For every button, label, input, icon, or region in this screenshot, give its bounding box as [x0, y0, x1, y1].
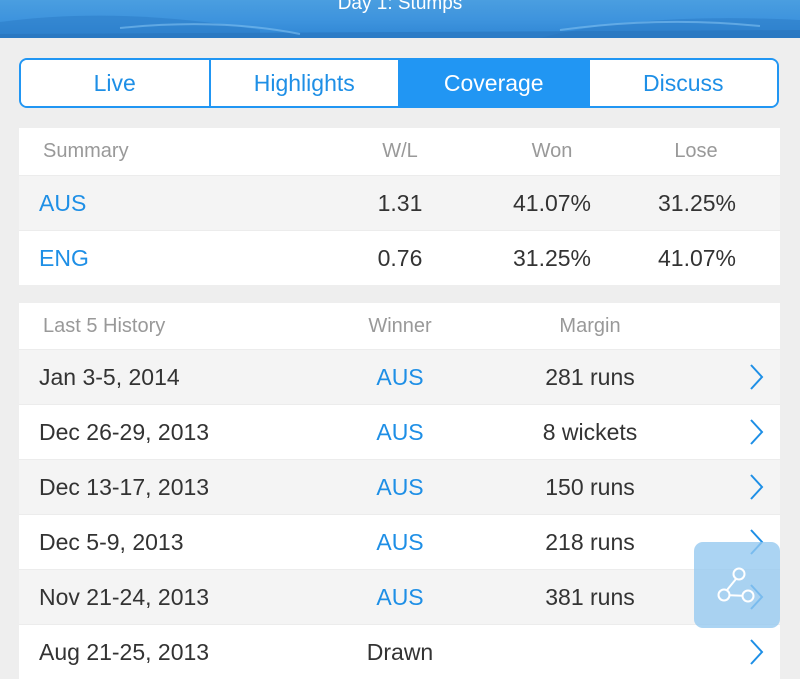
won-value: 41.07%: [512, 189, 592, 216]
chevron-right-icon[interactable]: [746, 405, 766, 459]
history-table: Last 5 History Winner Margin Jan 3-5, 20…: [19, 303, 780, 679]
history-row[interactable]: Dec 13-17, 2013 AUS 150 runs: [19, 460, 780, 515]
history-header-row: Last 5 History Winner Margin: [19, 303, 780, 350]
history-row[interactable]: Aug 21-25, 2013 Drawn: [19, 625, 780, 679]
winner-team[interactable]: AUS: [376, 570, 423, 624]
tab-live[interactable]: Live: [21, 60, 209, 106]
won-header: Won: [531, 140, 573, 162]
match-date: Jan 3-5, 2014: [39, 363, 180, 390]
summary-row-eng: ENG 0.76 31.25% 41.07%: [19, 231, 780, 285]
history-row[interactable]: Dec 5-9, 2013 AUS 218 runs: [19, 515, 780, 570]
wl-header: W/L: [382, 140, 418, 162]
share-button[interactable]: [694, 542, 780, 628]
summary-header-label: Summary: [43, 140, 129, 162]
win-margin: 281 runs: [545, 363, 635, 390]
winner-team: Drawn: [366, 638, 434, 665]
winner-header: Winner: [368, 314, 432, 337]
winner-team[interactable]: AUS: [376, 515, 423, 569]
lose-value: 41.07%: [657, 244, 737, 271]
history-row[interactable]: Jan 3-5, 2014 AUS 281 runs: [19, 350, 780, 405]
chevron-right-icon[interactable]: [746, 625, 766, 679]
history-row[interactable]: Dec 26-29, 2013 AUS 8 wickets: [19, 405, 780, 460]
match-date: Nov 21-24, 2013: [39, 583, 210, 610]
summary-table: Summary W/L Won Lose AUS 1.31 41.07% 31.…: [19, 128, 780, 285]
match-date: Dec 5-9, 2013: [39, 528, 184, 555]
summary-row-aus: AUS 1.31 41.07% 31.25%: [19, 176, 780, 231]
header-banner: Day 1: Stumps: [0, 0, 800, 38]
chevron-right-icon[interactable]: [746, 460, 766, 514]
tab-bar: Live Highlights Coverage Discuss: [19, 58, 779, 108]
winner-team[interactable]: AUS: [376, 460, 423, 514]
won-value: 31.25%: [512, 244, 592, 271]
team-name[interactable]: AUS: [39, 176, 86, 230]
tab-highlights[interactable]: Highlights: [208, 60, 398, 106]
history-row[interactable]: Nov 21-24, 2013 AUS 381 runs: [19, 570, 780, 625]
match-date: Dec 13-17, 2013: [39, 473, 210, 500]
win-margin: 8 wickets: [542, 418, 638, 445]
history-title: Last 5 History: [43, 314, 166, 337]
summary-header-row: Summary W/L Won Lose: [19, 128, 780, 176]
win-margin: 150 runs: [545, 473, 635, 500]
tab-coverage[interactable]: Coverage: [398, 60, 588, 106]
lose-header: Lose: [674, 140, 718, 162]
share-icon: [717, 567, 755, 603]
team-name[interactable]: ENG: [39, 231, 89, 285]
win-margin: 218 runs: [545, 528, 635, 555]
match-status: Day 1: Stumps: [337, 0, 463, 14]
wl-value: 1.31: [377, 189, 423, 216]
winner-team[interactable]: AUS: [376, 350, 423, 404]
lose-value: 31.25%: [657, 189, 737, 216]
chevron-right-icon[interactable]: [746, 350, 766, 404]
winner-team[interactable]: AUS: [376, 405, 423, 459]
match-date: Aug 21-25, 2013: [39, 638, 210, 665]
margin-header: Margin: [559, 314, 621, 337]
wl-value: 0.76: [377, 244, 423, 271]
match-date: Dec 26-29, 2013: [39, 418, 210, 445]
tab-discuss[interactable]: Discuss: [587, 60, 777, 106]
win-margin: 381 runs: [545, 583, 635, 610]
